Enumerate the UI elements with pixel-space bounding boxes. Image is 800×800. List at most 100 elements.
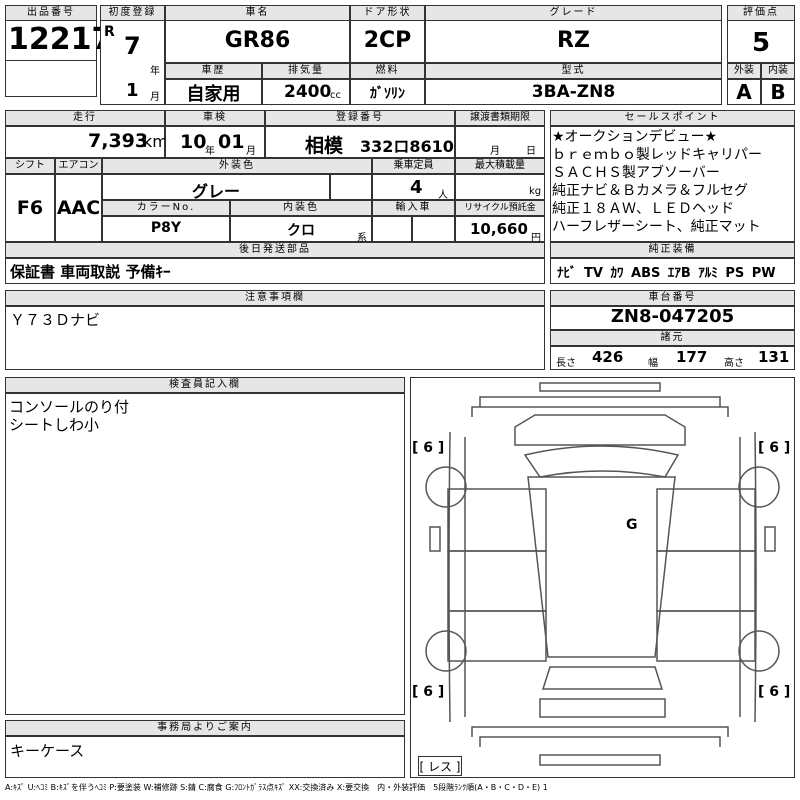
car-name: GR86 [224,28,291,53]
history-label: 車歴 [165,63,262,79]
inspector-line: シートしわ小 [9,416,100,434]
width-label: 幅 [648,358,658,369]
tire-rear-right: [ 6 ] [758,684,791,700]
history: 自家用 [186,84,241,105]
score-label: 評価点 [727,5,795,21]
interior-color: クロ [287,223,315,239]
door-type: 2CP [363,28,412,53]
equipment-label: 純正装備 [550,242,795,258]
spare-tire: [ レス ] [419,760,461,774]
ac: AAC [56,197,101,219]
transfer-label: 譲渡書類期限 [455,110,545,126]
sales-point-line: 純正１８ＡＷ、ＬＥＤヘッド [552,201,734,217]
capacity-label: 乗車定員 [372,158,455,174]
first-reg-label: 初度登録 [100,5,165,21]
tire-rear-left: [ 6 ] [412,684,445,700]
inspection-label: 車検 [165,110,265,126]
damage-mark-g: G [626,517,638,533]
recycle-label: リサイクル預託金 [455,200,545,216]
sales-point-line: ｂｒｅｍｂｏ製レッドキャリパー [552,147,762,163]
legend: A:ｷｽﾞ U:ﾍｺﾐ B:ｷｽﾞを伴うﾍｺﾐ P:要塗装 W:補修跡 S:錆 … [5,783,548,792]
notes-label: 注意事項欄 [5,290,545,306]
recycle-amount: 10,660 [470,220,528,238]
color-label: 外装色 [102,158,372,174]
notes-text: Ｙ７３Ｄナビ [10,311,101,329]
office-note: キーケース [10,742,85,760]
grade: RZ [557,28,590,53]
equipment-list: ﾅﾋﾞ TV ｶﾜ ABS ｴｱB ｱﾙﾐ PS PW [557,266,776,281]
shipping-parts: 保証書 車両取説 予備ｷｰ [10,263,171,281]
inspector-label: 検査員記入欄 [5,377,405,393]
shift: F6 [16,197,44,219]
lot-blank [5,60,97,97]
sales-points-label: セールスポイント [550,110,795,126]
import-label: 輸入車 [372,200,455,216]
insp-month-unit: 月 [246,146,256,157]
model-label: 型式 [425,63,722,79]
displacement-label: 排気量 [262,63,350,79]
import-box-a [372,216,412,242]
displacement: 2400 [284,82,332,102]
height-value: 131 [758,348,790,366]
era: R [104,24,115,40]
grade-label: グレード [425,5,722,21]
fuel-label: 燃料 [350,63,425,79]
door-label: ドア形状 [350,5,425,21]
length-label: 長さ [556,358,576,369]
plate-number: 332ロ8610 [360,137,454,156]
chassis-number: ZN8-047205 [610,306,735,327]
import-box-b [412,216,455,242]
int-score: B [770,80,786,104]
capacity-unit: 人 [438,190,448,201]
lot-label: 出品番号 [5,5,97,21]
inspector-box [5,393,405,715]
sales-point-line: 純正ナビ＆Ｂカメラ＆フルセグ [552,183,748,199]
shift-label: シフト [5,158,55,174]
sales-point-line: ＳＡＣＨＳ製アブソーバー [552,165,720,181]
score: 5 [751,28,771,58]
insp-year-unit: 年 [205,146,215,157]
lot-number: 12217 [8,22,113,57]
sales-point-line: ★オークションデビュー★ [552,129,718,145]
transfer-day-unit: 日 [526,146,536,157]
ac-label: エアコン [55,158,102,174]
exterior-color: グレー [191,182,240,201]
shipping-label: 後日発送部品 [5,242,545,258]
tire-front-right: [ 6 ] [758,440,791,456]
mileage-label: 走行 [5,110,165,126]
month-unit: 月 [150,92,160,103]
fuel: ｶﾞｿﾘﾝ [370,86,405,102]
length-value: 426 [592,348,624,366]
interior-color-label: 内装色 [230,200,372,216]
mileage: 7,393 [88,130,149,152]
chassis-label: 車台番号 [550,290,795,306]
ext-score: A [736,80,752,104]
plate-region: 相模 [305,135,344,157]
color-no-label: カラーNo. [102,200,230,216]
load-label: 最大積載量 [455,158,545,174]
sales-point-line: ハーフレザーシート、純正マット [552,219,761,235]
reg-month: 1 [126,80,139,101]
width-value: 177 [676,348,708,366]
year-unit: 年 [150,66,160,77]
height-label: 高さ [724,358,744,369]
capacity: 4 [410,177,423,198]
displacement-unit: cc [330,90,341,101]
transfer-month-unit: 月 [490,146,500,157]
load-unit: kg [529,186,542,197]
car-name-label: 車名 [165,5,350,21]
color-no: P8Y [150,220,182,236]
insp-month: 01 [218,131,245,153]
insp-year: 10 [180,131,207,153]
reg-year: 7 [124,32,141,60]
car-diagram [425,382,780,766]
color-box-extra [330,174,372,200]
specs-label: 諸元 [550,330,795,346]
int-label: 内装 [761,63,795,79]
sales-points-list: ★オークションデビュー★ ｂｒｅｍｂｏ製レッドキャリパー ＳＡＣＨＳ製アブソーバ… [552,128,795,236]
ext-label: 外装 [727,63,761,79]
office-label: 事務局よりご案内 [5,720,405,736]
model: 3BA-ZN8 [531,82,616,102]
tire-front-left: [ 6 ] [412,440,445,456]
plate-label: 登録番号 [265,110,455,126]
